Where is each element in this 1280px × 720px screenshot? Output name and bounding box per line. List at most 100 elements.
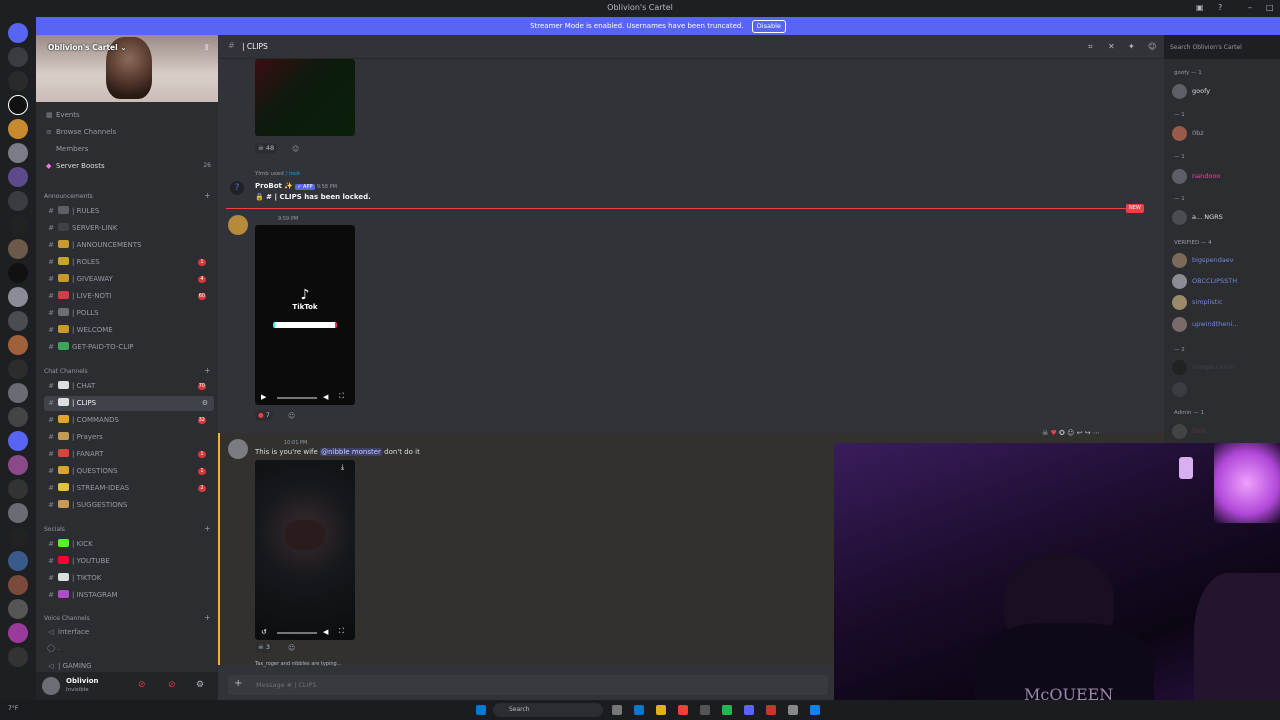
category-chat-channels[interactable]: Chat Channels [44, 368, 88, 375]
disable-button[interactable]: Disable [751, 20, 786, 33]
member-list-icon[interactable]: ☺ [1148, 42, 1156, 51]
server-icon[interactable] [8, 575, 28, 595]
reaction-heart[interactable]: ● 7 [255, 410, 273, 421]
channel-item[interactable]: # | LIVE-NOTI 60 [44, 289, 214, 304]
channel-item[interactable]: # GET-PAID-TO-CLIP [44, 340, 214, 355]
minimize-icon[interactable]: – [1248, 3, 1252, 12]
channel-item[interactable]: # | RULES [44, 204, 214, 219]
spotify-icon[interactable] [722, 705, 732, 715]
server-icon[interactable] [8, 95, 28, 115]
server-icon[interactable] [8, 191, 28, 211]
server-icon[interactable] [8, 239, 28, 259]
taskbar-search[interactable]: Search [493, 703, 603, 717]
pin-icon[interactable]: ✦ [1128, 42, 1135, 51]
add-reaction-icon[interactable]: ☺ [288, 412, 295, 420]
server-icon[interactable] [8, 647, 28, 667]
server-boosts-item[interactable]: ◆ Server Boosts 26 [46, 162, 211, 170]
events-item[interactable]: ▦ Events [46, 111, 80, 119]
member-item[interactable]: upwindtheni... [1170, 316, 1278, 333]
user-name[interactable]: Oblivion [66, 677, 99, 685]
replay-icon[interactable]: ↺ [261, 628, 267, 636]
avatar[interactable] [42, 677, 60, 695]
member-item[interactable]: a... NGRS [1170, 209, 1278, 226]
member-item[interactable]: 0bz [1170, 125, 1278, 142]
deafen-icon[interactable]: ⊘ [168, 680, 176, 690]
server-icon[interactable] [8, 455, 28, 475]
server-icon[interactable] [8, 143, 28, 163]
volume-icon[interactable]: ◀ [323, 628, 328, 636]
member-item[interactable]: simplistic [1170, 294, 1278, 311]
channel-item[interactable]: # | INSTAGRAM [44, 588, 214, 603]
progress-bar[interactable] [277, 397, 317, 399]
channel-item[interactable]: # | QUESTIONS 1 [44, 464, 214, 479]
member-item[interactable]: Sinli [1170, 423, 1278, 440]
server-icon[interactable] [8, 503, 28, 523]
channel-item[interactable]: # | ANNOUNCEMENTS [44, 238, 214, 253]
member-item[interactable]: OBCCLIPSSTH [1170, 273, 1278, 290]
server-icon[interactable] [8, 359, 28, 379]
channel-item[interactable]: # | ROLES 1 [44, 255, 214, 270]
add-reaction-icon[interactable]: ☺ [288, 644, 295, 652]
server-icon[interactable] [8, 287, 28, 307]
server-icon[interactable] [8, 407, 28, 427]
react-icon[interactable]: ✪ [1059, 429, 1065, 437]
channel-item[interactable]: # | CHAT 70 [44, 379, 214, 394]
author-name[interactable]: ProBot ✨ [255, 182, 293, 190]
add-reaction-icon[interactable]: ☺ [292, 145, 299, 153]
add-channel-icon[interactable]: + [204, 613, 211, 622]
download-icon[interactable]: ⤓ [341, 463, 344, 472]
server-icon[interactable] [8, 215, 28, 235]
member-item[interactable]: sempa carter [1170, 359, 1278, 376]
category-socials[interactable]: Socials [44, 526, 65, 533]
channel-item[interactable]: # | FANART 1 [44, 447, 214, 462]
more-icon[interactable]: ⋯ [1093, 429, 1100, 437]
channel-item[interactable]: # | COMMANDS 32 [44, 413, 214, 428]
add-reaction-icon[interactable]: ☺ [1067, 429, 1074, 437]
member-item[interactable] [1170, 381, 1278, 398]
category-announcements[interactable]: Announcements [44, 193, 93, 200]
add-channel-icon[interactable]: + [204, 191, 211, 200]
weather-widget[interactable]: 7°F [8, 705, 18, 712]
server-icon[interactable] [8, 479, 28, 499]
channel-item[interactable]: # | YOUTUBE [44, 554, 214, 569]
member-item[interactable]: goofy [1170, 83, 1278, 100]
channel-item[interactable]: # | SUGGESTIONS [44, 498, 214, 513]
invite-icon[interactable]: ⇪ [203, 43, 210, 52]
server-icon[interactable] [8, 383, 28, 403]
server-icon[interactable] [8, 623, 28, 643]
server-name[interactable]: Oblivion's Cartel ⌄ [48, 43, 127, 52]
browse-channels-item[interactable]: ≡ Browse Channels [46, 128, 116, 136]
clip-image[interactable] [255, 59, 355, 136]
progress-bar[interactable] [277, 632, 317, 634]
explorer-icon[interactable] [656, 705, 666, 715]
server-icon[interactable] [8, 599, 28, 619]
notifications-icon[interactable]: ✕ [1108, 42, 1115, 51]
channel-item[interactable]: # | POLLS [44, 306, 214, 321]
avatar[interactable] [228, 215, 248, 235]
inbox-icon[interactable]: ▣ [1196, 3, 1204, 12]
server-icon[interactable] [8, 551, 28, 571]
channel-item[interactable]: # | WELCOME [44, 323, 214, 338]
help-icon[interactable]: ? [1218, 3, 1222, 12]
threads-icon[interactable]: ⌗ [1088, 42, 1093, 52]
app-icon[interactable] [788, 705, 798, 715]
avatar[interactable] [228, 439, 248, 459]
reaction-skull[interactable]: ☠ 48 [255, 143, 278, 154]
search-input[interactable]: Search Oblivion's Cartel [1166, 41, 1278, 54]
user-mention[interactable]: @nibble monster [320, 448, 382, 456]
channel-item[interactable]: # | STREAM-IDEAS 2 [44, 481, 214, 496]
command-name[interactable]: / lock [285, 171, 300, 177]
maximize-icon[interactable]: □ [1266, 3, 1274, 12]
obs-icon[interactable] [766, 705, 776, 715]
channel-item[interactable]: # SERVER-LINK [44, 221, 214, 236]
fullscreen-icon[interactable]: ⛶ [339, 627, 344, 636]
probot-avatar[interactable]: ? [230, 181, 244, 195]
app-icon[interactable] [700, 705, 710, 715]
channel-item[interactable]: # | KICK [44, 537, 214, 552]
channel-item[interactable]: # | TIKTOK [44, 571, 214, 586]
attach-icon[interactable]: + [234, 678, 242, 689]
taskview-icon[interactable] [612, 705, 622, 715]
server-icon[interactable] [8, 47, 28, 67]
server-icon[interactable] [8, 119, 28, 139]
add-channel-icon[interactable]: + [204, 366, 211, 375]
